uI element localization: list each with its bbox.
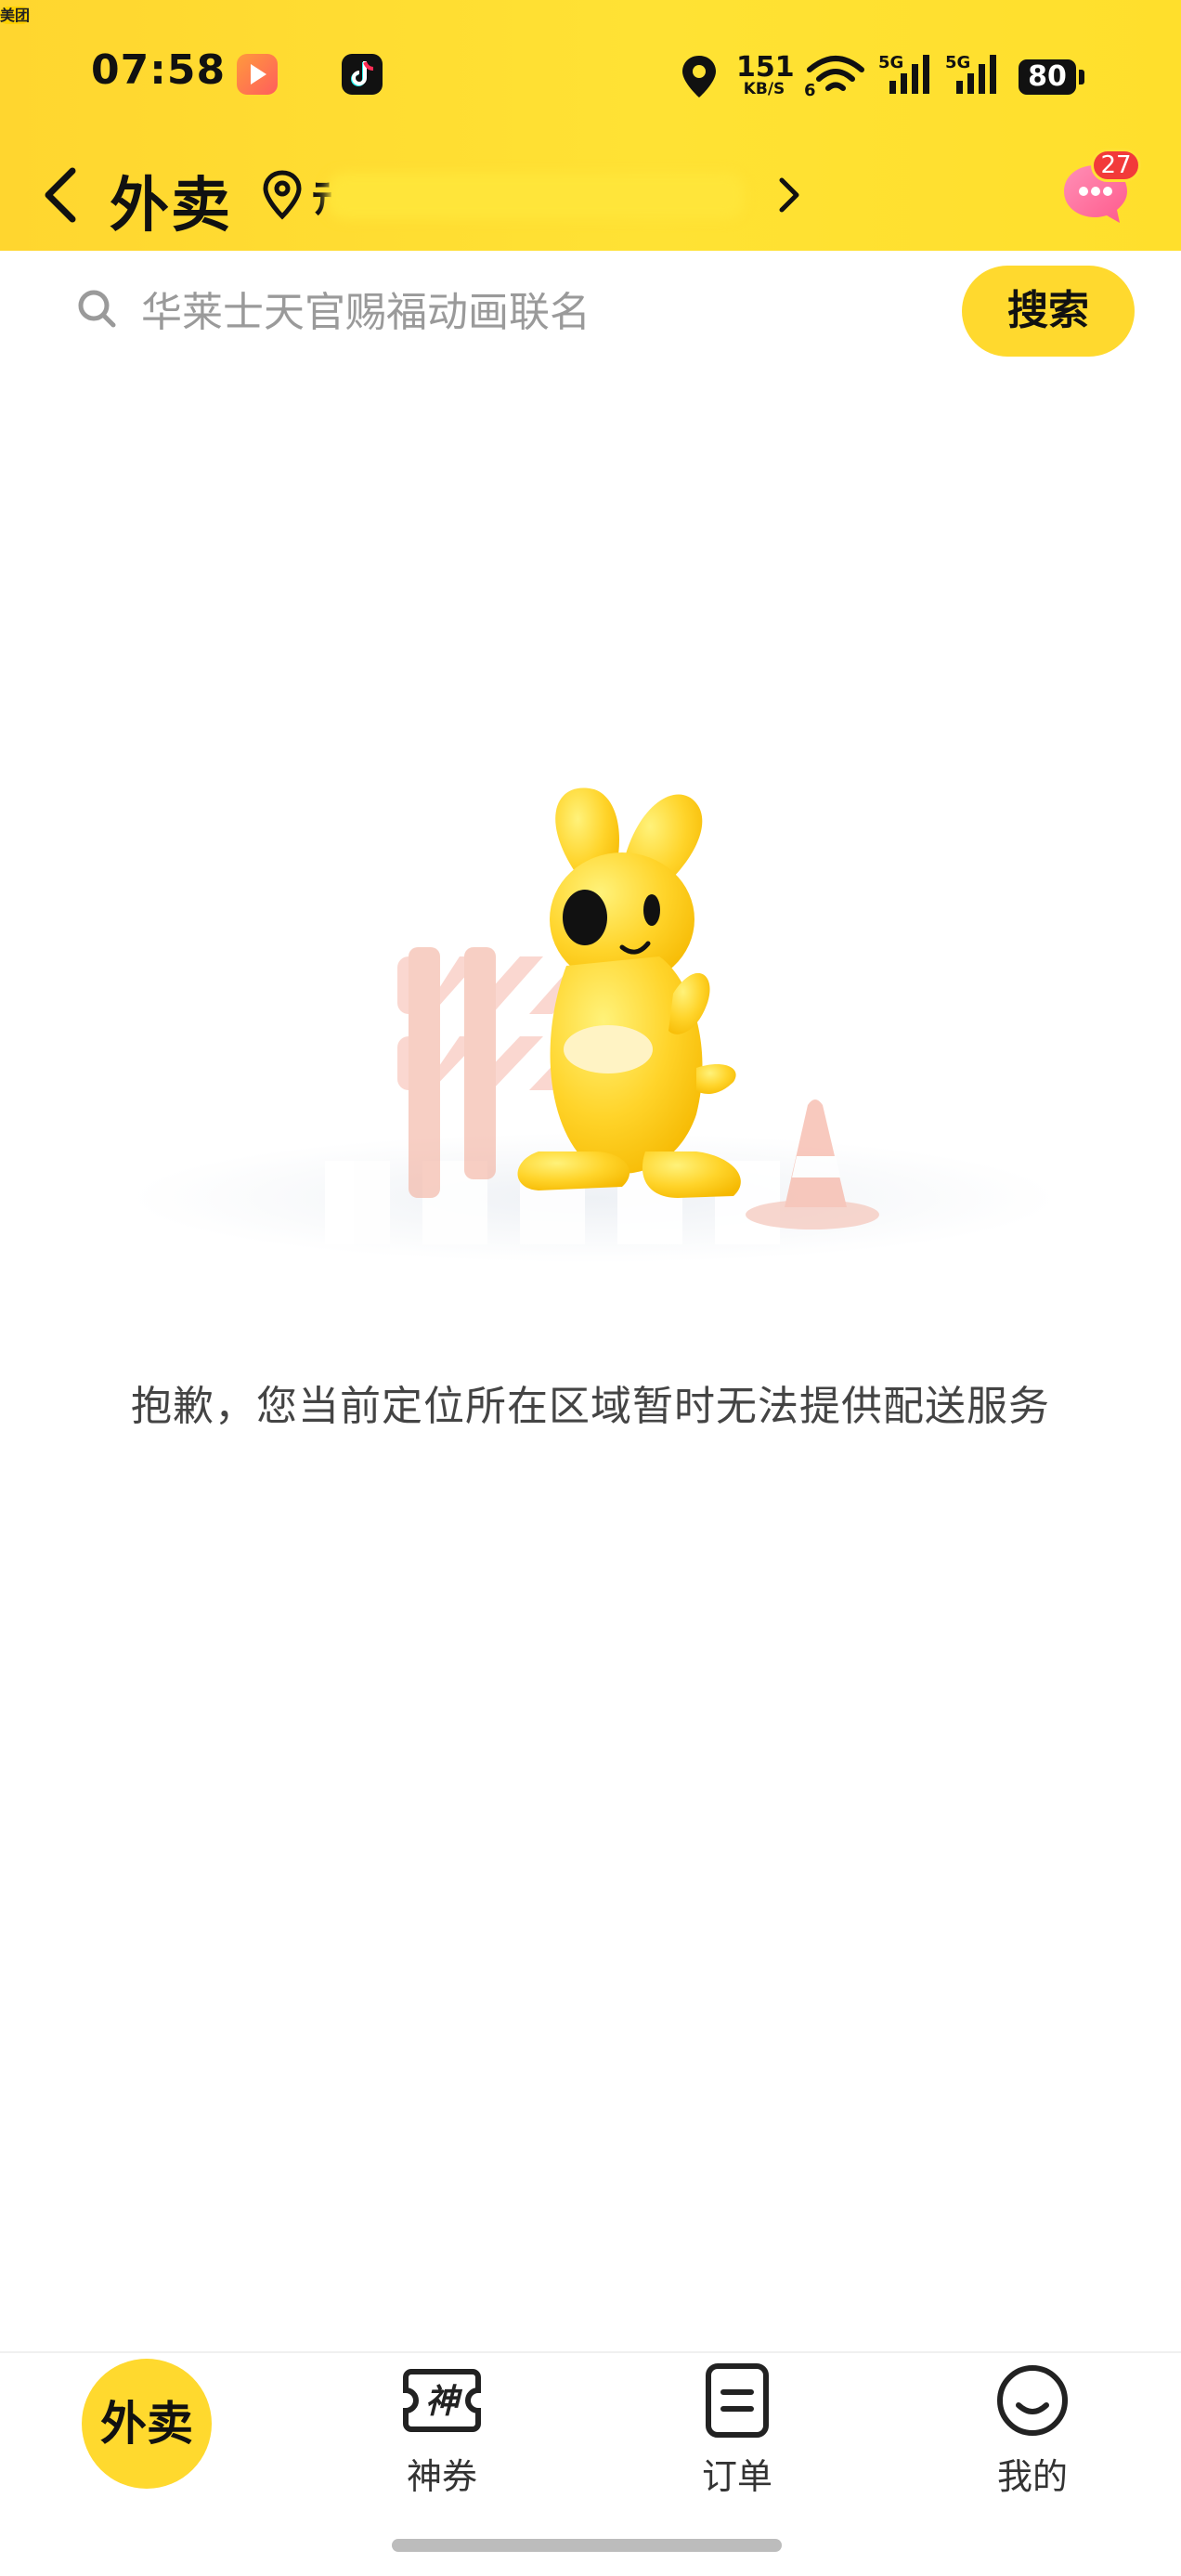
- message-count-badge: 27: [1091, 149, 1141, 182]
- status-bar: 07:58 美团 151 KB/S 6 5G 5G 80: [0, 0, 1181, 149]
- tab-orders[interactable]: 订单: [644, 2359, 830, 2499]
- battery-indicator: 80: [1019, 59, 1076, 95]
- home-indicator[interactable]: [392, 2539, 782, 2552]
- svg-text:5G: 5G: [945, 53, 970, 72]
- profile-icon: [997, 2365, 1068, 2436]
- tab-coupons-label: 神券: [406, 2456, 477, 2497]
- svg-text:5G: 5G: [878, 53, 903, 72]
- tab-coupons[interactable]: 神 神券: [349, 2359, 535, 2499]
- tab-profile-label: 我的: [996, 2456, 1068, 2497]
- tiktok-icon: [342, 54, 383, 95]
- svg-text:6: 6: [804, 81, 816, 98]
- empty-state-message: 抱歉，您当前定位所在区域暂时无法提供配送服务: [131, 1383, 1050, 1430]
- network-speed: 151 KB/S: [736, 51, 795, 98]
- cellular-signal-2-icon: 5G: [945, 53, 996, 94]
- video-app-icon: [237, 54, 278, 95]
- empty-state-illustration: [130, 787, 1058, 1263]
- page-title: 外卖: [110, 172, 232, 241]
- search-icon: [78, 290, 116, 328]
- location-pin-icon[interactable]: [260, 169, 305, 221]
- location-address-redacted: [327, 173, 745, 219]
- meituan-app-icon: 美团: [0, 7, 31, 24]
- tab-orders-label: 订单: [701, 2456, 772, 2497]
- wifi-icon: 6: [804, 56, 864, 98]
- back-arrow-icon[interactable]: [35, 165, 85, 225]
- cellular-signal-1-icon: 5G: [878, 53, 929, 94]
- tab-profile[interactable]: 我的: [940, 2359, 1125, 2499]
- chevron-right-icon[interactable]: [772, 173, 806, 217]
- battery-cap: [1079, 70, 1084, 85]
- location-status-icon: [682, 56, 716, 98]
- search-input[interactable]: [141, 284, 940, 340]
- status-time: 07:58: [91, 46, 227, 94]
- search-button[interactable]: 搜索: [962, 266, 1135, 357]
- coupon-icon: 神: [403, 2369, 481, 2432]
- tab-takeout[interactable]: 外卖: [82, 2359, 212, 2489]
- order-icon: [706, 2363, 769, 2438]
- svg-text:神: 神: [425, 2383, 463, 2421]
